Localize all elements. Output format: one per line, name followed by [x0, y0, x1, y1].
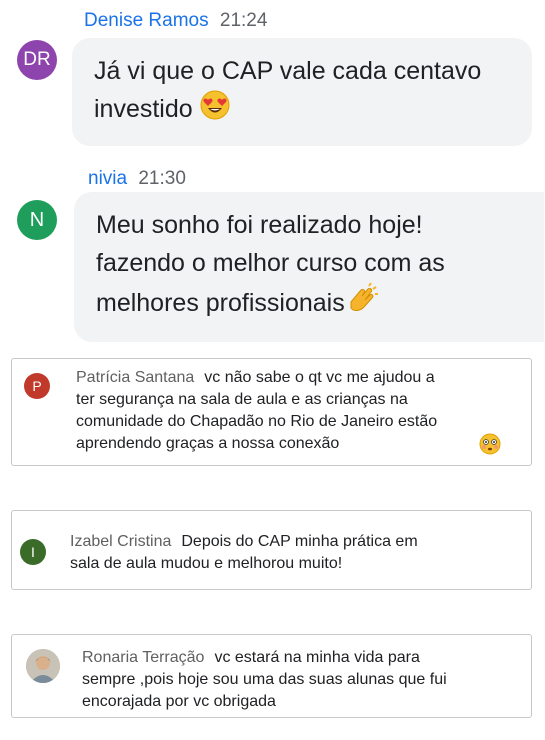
comment-line: encorajada por vc obrigada: [82, 693, 276, 710]
comment-text: Izabel Cristina Depois do CAP minha práti…: [70, 531, 520, 575]
comment-author[interactable]: Ronaria Terração: [82, 649, 204, 666]
comment-line: Depois do CAP minha prática em: [181, 533, 418, 550]
message-line-with-emoji: melhores profissionais: [96, 282, 522, 327]
comment-author[interactable]: Izabel Cristina: [70, 533, 171, 550]
comment-text: Patrícia Santana vc não sabe o qt vc me a…: [76, 367, 516, 455]
flushed-face-emoji-icon: [479, 431, 501, 460]
avatar[interactable]: P: [24, 373, 50, 399]
heart-eyes-emoji-icon: [200, 90, 230, 131]
message-line: melhores profissionais: [96, 289, 345, 318]
message-bubble: Já vi que o CAP vale cada centavo invest…: [72, 38, 532, 146]
clapping-hands-emoji-icon: [345, 282, 379, 327]
comment-author[interactable]: Patrícia Santana: [76, 369, 194, 386]
timestamp: 21:24: [219, 10, 268, 31]
author-name[interactable]: nivia: [88, 168, 127, 189]
message-line-with-emoji: investido: [94, 90, 510, 131]
author-name[interactable]: Denise Ramos: [84, 10, 209, 31]
avatar[interactable]: [26, 649, 60, 683]
avatar[interactable]: DR: [17, 40, 57, 80]
chat-message-denise: DR Denise Ramos 21:24 Já vi que o CAP va…: [0, 0, 545, 150]
chat-message-nivia: N nivia 21:30 Meu sonho foi realizado ho…: [0, 160, 545, 350]
message-bubble: Meu sonho foi realizado hoje! fazendo o …: [74, 192, 544, 342]
comment-line: ter segurança na sala de aula e as crian…: [76, 391, 408, 408]
message-line: Já vi que o CAP vale cada centavo: [94, 57, 482, 85]
profile-photo-icon: [26, 649, 60, 683]
comment-card-ronaria: Ronaria Terração vc estará na minha vida …: [11, 634, 532, 718]
comment-line: sala de aula mudou e melhorou muito!: [70, 555, 343, 572]
comment-card-izabel: I Izabel Cristina Depois do CAP minha prá…: [11, 510, 532, 590]
comment-text: Ronaria Terração vc estará na minha vida …: [82, 647, 522, 713]
comment-card-patricia: P Patrícia Santana vc não sabe o qt vc me…: [11, 358, 532, 466]
comment-line: vc estará na minha vida para: [214, 649, 420, 666]
avatar[interactable]: N: [17, 200, 57, 240]
avatar[interactable]: I: [20, 539, 46, 565]
comment-line: comunidade do Chapadão no Rio de Janeiro…: [76, 413, 438, 430]
message-line: Meu sonho foi realizado hoje!: [96, 211, 423, 239]
comment-line: vc não sabe o qt vc me ajudou a: [204, 369, 435, 386]
comment-line: sempre ,pois hoje sou uma das suas aluna…: [82, 671, 447, 688]
comment-line: aprendendo graças a nossa conexão: [76, 435, 340, 452]
chat-header: nivia 21:30: [88, 168, 186, 190]
message-line: fazendo o melhor curso com as: [96, 249, 445, 277]
chat-header: Denise Ramos 21:24: [84, 10, 267, 32]
timestamp: 21:30: [138, 168, 186, 189]
message-line: investido: [94, 95, 193, 124]
